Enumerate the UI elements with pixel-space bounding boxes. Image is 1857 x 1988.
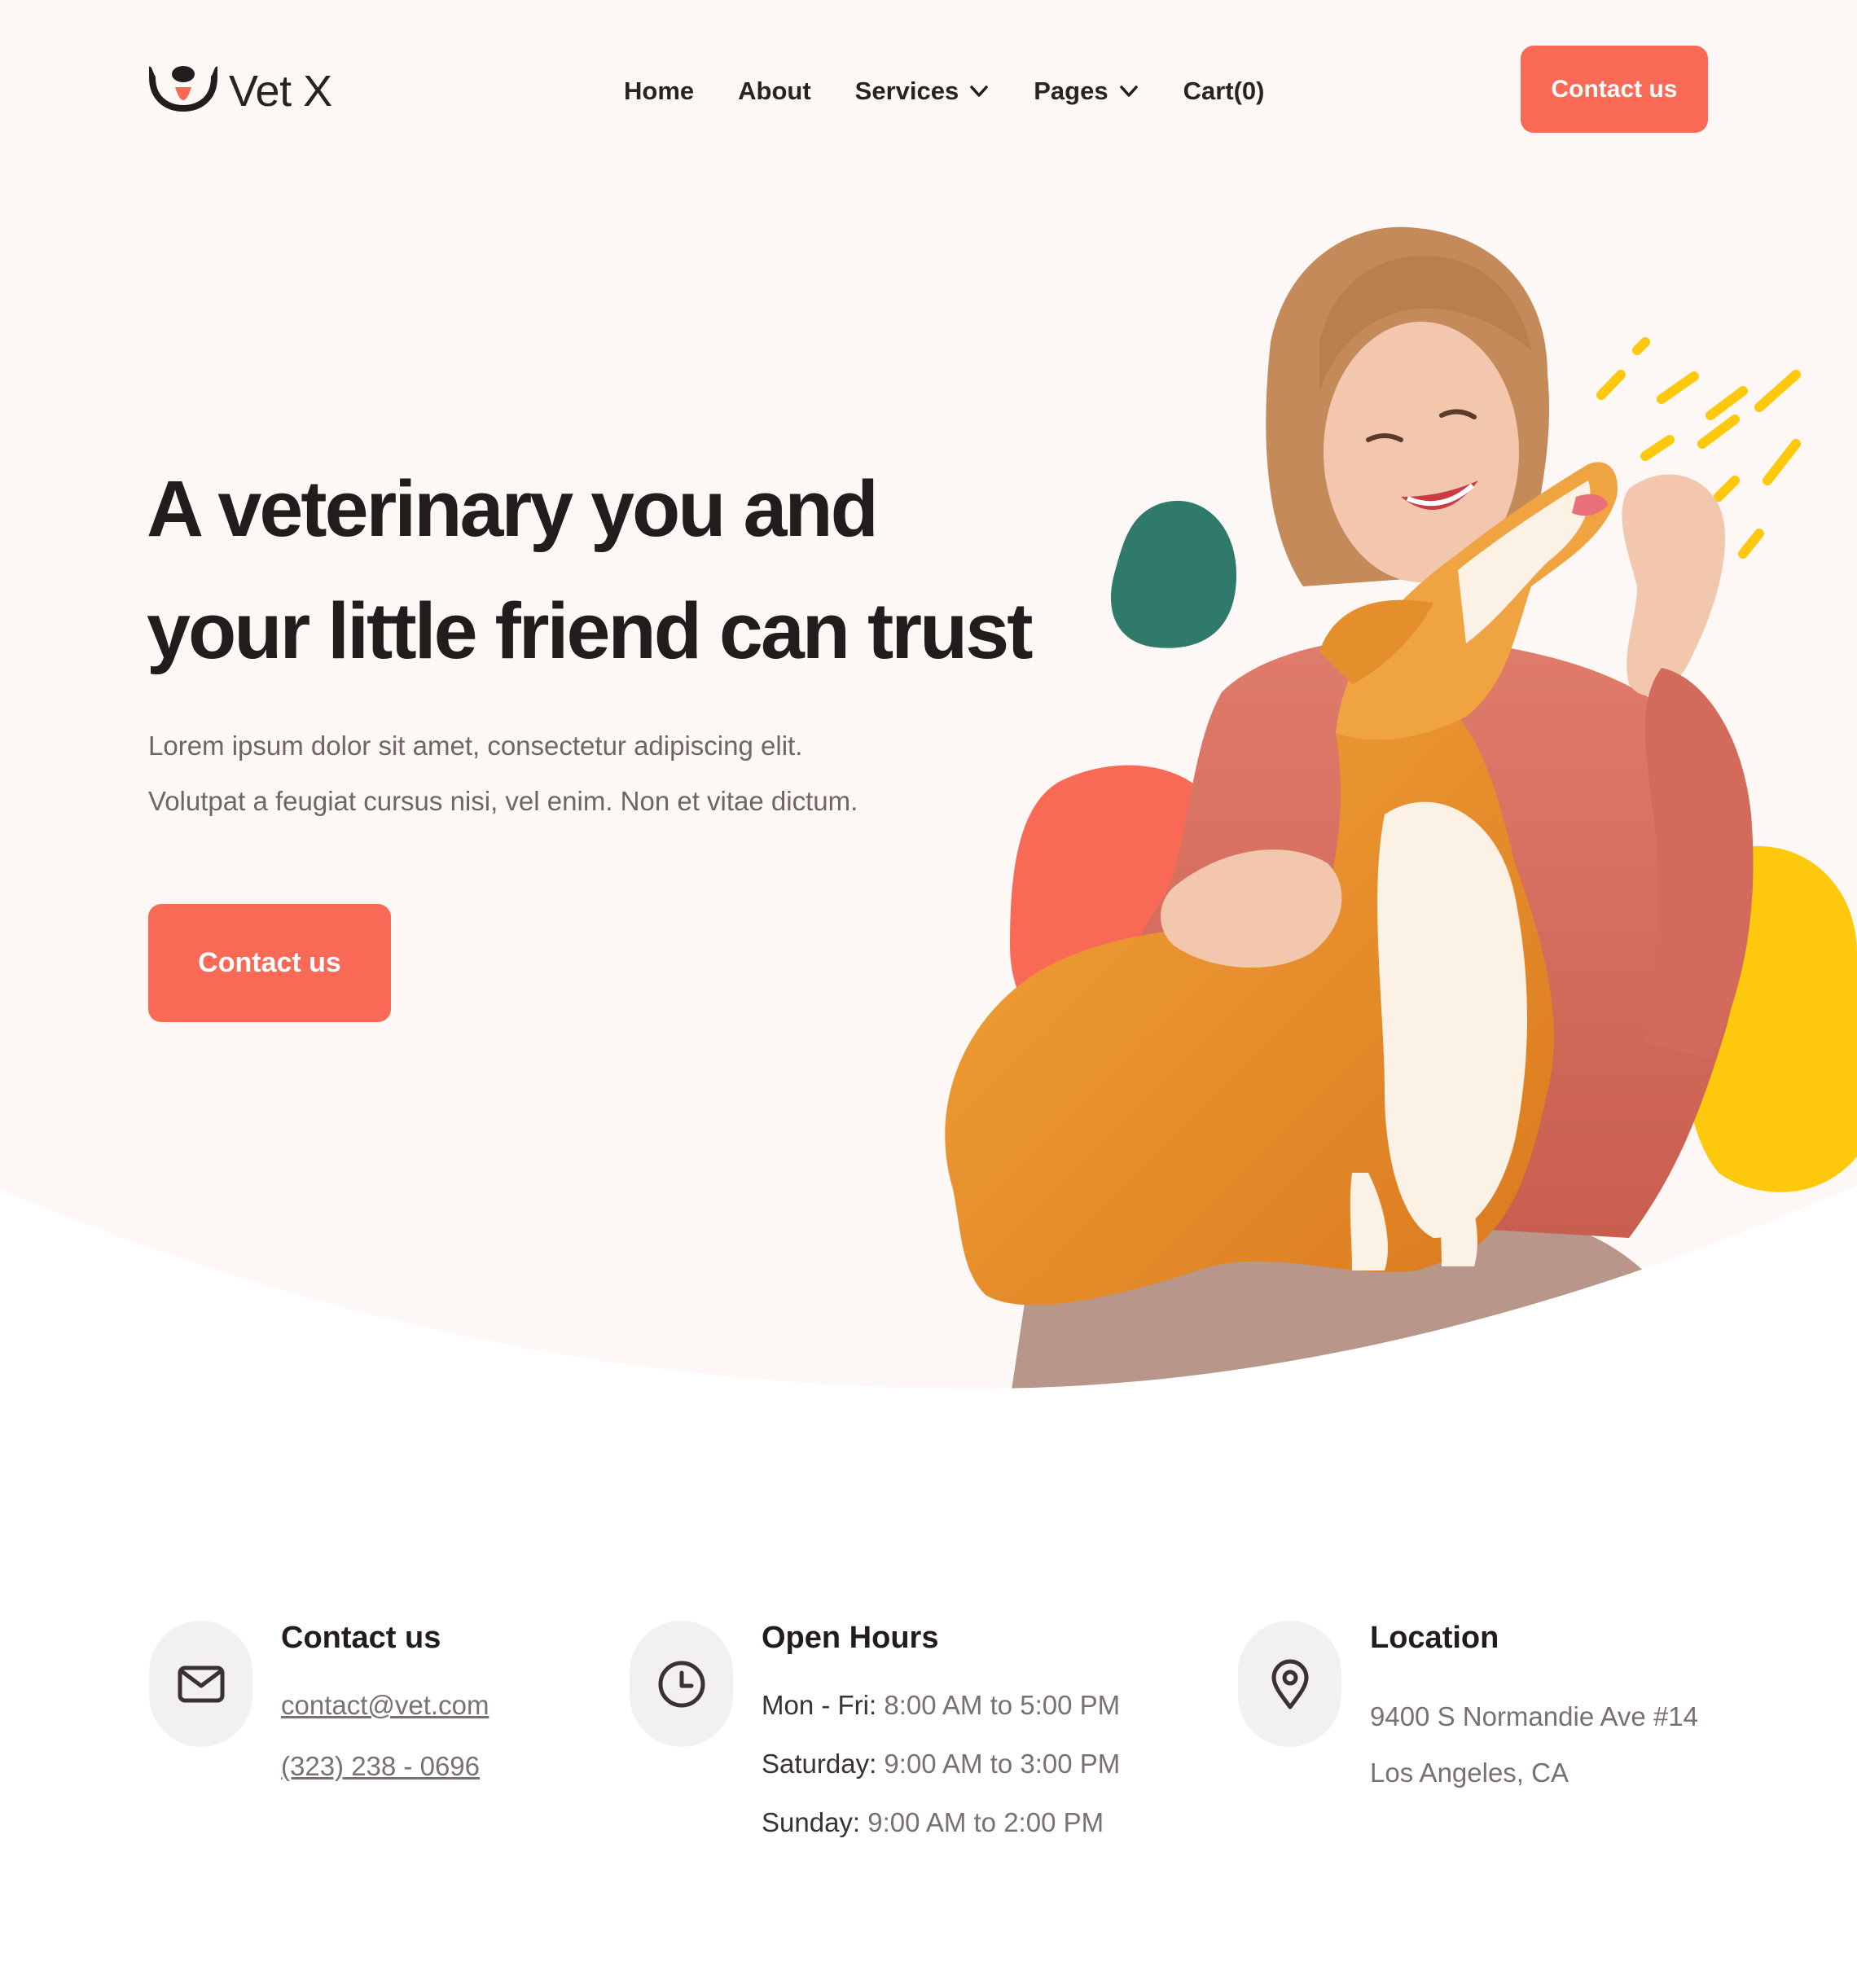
hours-card: Open Hours Mon - Fri: 8:00 AM to 5:00 PM…	[630, 1621, 1135, 1889]
info-section: Contact us contact@vet.com (323) 238 - 0…	[0, 1596, 1857, 1922]
contact-phone-link[interactable]: (323) 238 - 0696	[281, 1751, 480, 1782]
nav-cart-label: Cart(0)	[1183, 77, 1265, 105]
nav-services-dropdown[interactable]: Services	[855, 77, 990, 106]
hours-time: 9:00 AM to 3:00 PM	[884, 1749, 1121, 1779]
hero-description-line-2: Volutpat a feugiat cursus nisi, vel enim…	[148, 786, 858, 816]
contact-email-link[interactable]: contact@vet.com	[281, 1690, 489, 1721]
contact-card: Contact us contact@vet.com (323) 238 - 0…	[149, 1621, 573, 1865]
hero-contact-label: Contact us	[198, 947, 341, 978]
hours-row: Sunday: 9:00 AM to 2:00 PM	[762, 1807, 1104, 1838]
nav-pages-label: Pages	[1034, 77, 1108, 105]
hero-description: Lorem ipsum dolor sit amet, consectetur …	[148, 718, 963, 829]
location-address-line-2: Los Angeles, CA	[1370, 1758, 1569, 1788]
nav-cart[interactable]: Cart(0)	[1183, 77, 1265, 106]
woman-hand	[1622, 474, 1726, 696]
hours-time: 8:00 AM to 5:00 PM	[884, 1690, 1121, 1720]
hours-day: Mon - Fri:	[762, 1690, 877, 1720]
location-card: Location 9400 S Normandie Ave #14 Los An…	[1238, 1621, 1710, 1865]
mail-icon	[178, 1665, 224, 1702]
location-address-line-1: 9400 S Normandie Ave #14	[1370, 1701, 1699, 1731]
teal-blob	[1110, 500, 1237, 648]
nav-about[interactable]: About	[738, 77, 811, 106]
hero-description-line-1: Lorem ipsum dolor sit amet, consectetur …	[148, 731, 803, 761]
contact-icon-badge	[149, 1621, 252, 1747]
nav-home-label: Home	[624, 77, 695, 105]
hours-title: Open Hours	[762, 1621, 939, 1655]
header-contact-label: Contact us	[1551, 75, 1678, 103]
hero-title-line-2: your little friend can trust	[147, 586, 1034, 675]
location-title: Location	[1370, 1621, 1499, 1655]
nav-home[interactable]: Home	[624, 77, 694, 106]
brand-logo[interactable]: Vet X	[149, 59, 332, 124]
clock-icon	[658, 1661, 705, 1707]
hours-row: Mon - Fri: 8:00 AM to 5:00 PM	[762, 1690, 1120, 1721]
nav-about-label: About	[738, 77, 811, 105]
hours-day: Saturday:	[762, 1749, 877, 1779]
contact-title: Contact us	[281, 1621, 441, 1655]
hours-time: 9:00 AM to 2:00 PM	[867, 1807, 1104, 1837]
hours-icon-badge	[630, 1621, 733, 1747]
nav-services-label: Services	[854, 77, 959, 105]
hero-title: A veterinary you and your little friend …	[147, 448, 1083, 692]
hero-contact-button[interactable]: Contact us	[148, 904, 391, 1022]
hours-day: Sunday:	[762, 1807, 861, 1837]
dog-face-icon	[149, 66, 217, 112]
nav-pages-dropdown[interactable]: Pages	[1034, 77, 1139, 106]
chevron-down-icon	[970, 86, 988, 97]
hero-illustration	[945, 226, 1857, 1389]
hours-row: Saturday: 9:00 AM to 3:00 PM	[762, 1749, 1120, 1780]
chevron-down-icon	[1119, 86, 1138, 97]
site-header: Vet X Home About Services Pages Cart(0) …	[0, 0, 1857, 179]
header-contact-button[interactable]: Contact us	[1521, 46, 1708, 133]
map-pin-icon	[1271, 1659, 1308, 1709]
location-icon-badge	[1238, 1621, 1341, 1747]
main-nav: Home About Services Pages Cart(0)	[624, 67, 1264, 116]
brand-name: Vet X	[229, 67, 332, 116]
hero-title-line-1: A veterinary you and	[147, 464, 879, 553]
